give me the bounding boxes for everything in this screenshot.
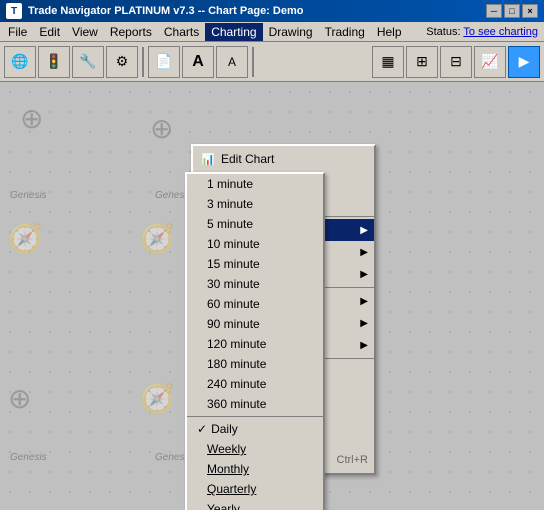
submenu-15min[interactable]: 15 minute — [187, 254, 323, 274]
settings-button[interactable]: ⚙ — [106, 46, 138, 78]
genesis-label-1: Genesis — [10, 190, 47, 201]
app-icon: T — [6, 3, 22, 19]
font-a-button[interactable]: A — [182, 46, 214, 78]
bar-time-period-arrow: ▶ — [360, 225, 368, 236]
genesis-label-3: Genesis — [10, 452, 47, 463]
submenu-weekly[interactable]: Weekly — [187, 439, 323, 459]
chart-type-3-button[interactable]: ⊟ — [440, 46, 472, 78]
chart-extra-button[interactable]: ▶ — [508, 46, 540, 78]
main-area: Genesis Genesis Genesis Genesis ⊕ 🧭 ⊕ ⊕ … — [0, 82, 544, 510]
edit-chart-icon: 📊 — [199, 151, 217, 167]
nav-icon-3: ⊕ — [8, 382, 31, 415]
cursors-arrow: ▶ — [360, 340, 368, 351]
submenu-5min[interactable]: 5 minute — [187, 214, 323, 234]
menu-view[interactable]: View — [66, 23, 104, 41]
minimize-button[interactable]: ─ — [486, 4, 502, 18]
submenu-separator-1 — [187, 416, 323, 417]
submenu-240min[interactable]: 240 minute — [187, 374, 323, 394]
maximize-button[interactable]: □ — [504, 4, 520, 18]
edit-chart-label: Edit Chart — [221, 152, 368, 166]
submenu-180min[interactable]: 180 minute — [187, 354, 323, 374]
submenu-1min[interactable]: 1 minute — [187, 174, 323, 194]
font-a-small-button[interactable]: A — [216, 46, 248, 78]
menu-bar: File Edit View Reports Charts Charting D… — [0, 22, 544, 42]
menu-reports[interactable]: Reports — [104, 23, 158, 41]
tools-button[interactable]: 🔧 — [72, 46, 104, 78]
replay-history-shortcut: Ctrl+R — [337, 454, 368, 466]
nav-icon-6: 🧭 — [140, 382, 175, 415]
globe-button[interactable]: 🌐 — [4, 46, 36, 78]
menu-trading[interactable]: Trading — [319, 23, 371, 41]
submenu-10min[interactable]: 10 minute — [187, 234, 323, 254]
submenu-yearly[interactable]: Yearly — [187, 499, 323, 510]
submenu-120min[interactable]: 120 minute — [187, 334, 323, 354]
status-link[interactable]: To see charting — [463, 26, 538, 38]
menu-file[interactable]: File — [2, 23, 33, 41]
title-bar: T Trade Navigator PLATINUM v7.3 -- Chart… — [0, 0, 544, 22]
submenu-3min[interactable]: 3 minute — [187, 194, 323, 214]
nav-icon-5: 🧭 — [140, 222, 175, 255]
spacing-arrow: ▶ — [360, 269, 368, 280]
submenu-60min[interactable]: 60 minute — [187, 294, 323, 314]
submenu-90min[interactable]: 90 minute — [187, 314, 323, 334]
page-button[interactable]: 📄 — [148, 46, 180, 78]
window-title: Trade Navigator PLATINUM v7.3 -- Chart P… — [28, 5, 486, 17]
window-controls: ─ □ × — [486, 4, 538, 18]
templates-arrow: ▶ — [360, 318, 368, 329]
menu-help[interactable]: Help — [371, 23, 408, 41]
traffic-light-button[interactable]: 🚦 — [38, 46, 70, 78]
toolbar-separator-2 — [252, 47, 254, 77]
nav-icon-1: ⊕ — [20, 102, 43, 135]
toolbar-separator-1 — [142, 47, 144, 77]
menu-drawing[interactable]: Drawing — [263, 23, 319, 41]
status-area: Status: To see charting — [426, 26, 542, 38]
submenu-quarterly[interactable]: Quarterly — [187, 479, 323, 499]
bar-time-period-submenu: 1 minute 3 minute 5 minute 10 minute 15 … — [185, 172, 325, 510]
toolbar: 🌐 🚦 🔧 ⚙ 📄 A A ▦ ⊞ ⊟ 📈 ▶ — [0, 42, 544, 82]
submenu-360min[interactable]: 360 minute — [187, 394, 323, 414]
submenu-monthly[interactable]: Monthly — [187, 459, 323, 479]
submenu-30min[interactable]: 30 minute — [187, 274, 323, 294]
chart-type-bar-button[interactable]: ▦ — [372, 46, 404, 78]
menu-charting[interactable]: Charting — [205, 23, 262, 41]
menu-charts[interactable]: Charts — [158, 23, 205, 41]
submenu-daily[interactable]: Daily — [187, 419, 323, 439]
pages-arrow: ▶ — [360, 296, 368, 307]
nav-icon-4: ⊕ — [150, 112, 173, 145]
status-label: Status: — [426, 26, 463, 38]
close-button[interactable]: × — [522, 4, 538, 18]
chart-line-button[interactable]: 📈 — [474, 46, 506, 78]
chart-type-2-button[interactable]: ⊞ — [406, 46, 438, 78]
menu-edit[interactable]: Edit — [33, 23, 66, 41]
nav-icon-2: 🧭 — [8, 222, 43, 255]
edit-chart-item[interactable]: 📊 Edit Chart — [193, 148, 374, 170]
bar-display-type-arrow: ▶ — [360, 247, 368, 258]
